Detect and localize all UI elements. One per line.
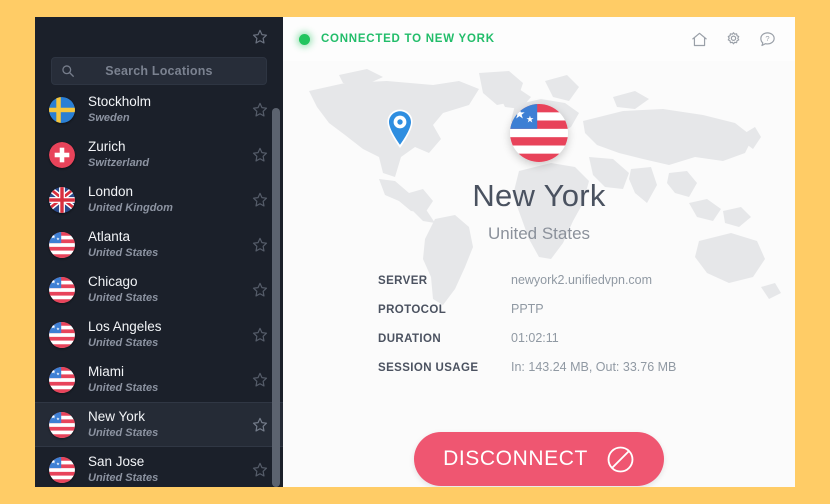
connection-details-table: SERVER newyork2.unifiedvpn.com PROTOCOL PPT… — [378, 273, 765, 389]
location-text: San Jose United States — [88, 454, 251, 484]
status-bar: CONNECTED TO NEW YORK ? — [283, 17, 795, 61]
location-text: Stockholm Sweden — [88, 95, 251, 125]
favorite-star-icon[interactable] — [251, 146, 269, 164]
detail-row: SESSION USAGE In: 143.24 MB, Out: 33.76 M… — [378, 360, 765, 389]
location-text: Zurich Switzerland — [88, 139, 251, 169]
flag-icon-us — [49, 366, 75, 393]
flag-icon-gb — [49, 186, 75, 213]
location-text: Miami United States — [88, 364, 251, 394]
detail-row: SERVER newyork2.unifiedvpn.com — [378, 273, 765, 302]
svg-text:?: ? — [765, 34, 769, 43]
locations-scroll-content: Stockholm Sweden Zurich Switzerland London Un… — [35, 95, 283, 487]
location-city: New York — [88, 409, 146, 425]
connected-country-subtitle: United States — [487, 224, 591, 243]
flag-icon-ch — [49, 141, 75, 168]
favorite-star-icon[interactable] — [251, 371, 269, 389]
vpn-app-window: StockholmSwedenZurichSwitzerlandLondonUn… — [35, 17, 795, 487]
sidebar-header — [35, 17, 283, 57]
location-country: Sweden — [88, 111, 130, 124]
flag-icon-se — [49, 96, 75, 123]
flag-icon-us — [49, 321, 75, 348]
favorite-star-icon[interactable] — [251, 416, 269, 434]
location-city: Stockholm — [88, 95, 152, 110]
block-icon — [607, 446, 634, 472]
sidebar-scrollbar-thumb[interactable] — [272, 107, 280, 487]
location-text: London United Kingdom — [88, 184, 251, 214]
detail-row: PROTOCOL PPTP — [378, 302, 765, 331]
location-country: United States — [88, 381, 159, 394]
disconnect-button[interactable]: DISCONNECT — [414, 432, 664, 486]
favorite-star-icon[interactable] — [251, 461, 269, 479]
detail-label: SERVER — [378, 275, 428, 287]
home-icon[interactable] — [690, 30, 709, 49]
detail-value: newyork2.unifiedvpn.com — [511, 273, 653, 287]
location-city: Zurich — [88, 139, 126, 155]
detail-value: In: 143.24 MB, Out: 33.76 MB — [511, 360, 677, 374]
detail-value: 01:02:11 — [511, 331, 559, 345]
flag-icon-us — [49, 411, 75, 438]
flag-icon-us — [49, 456, 75, 483]
location-text: Los Angeles United States — [88, 319, 251, 349]
connection-panel: CONNECTED TO NEW YORK ? New York United … — [283, 17, 795, 487]
map-pin-icon — [387, 109, 413, 148]
search-input[interactable] — [52, 64, 266, 78]
disconnect-button-label: DISCONNECT — [443, 447, 588, 470]
sidebar-scrollbar[interactable] — [272, 95, 280, 487]
location-country: United Kingdom — [88, 201, 173, 214]
search-icon — [62, 65, 74, 77]
location-row-atlanta[interactable]: Atlanta United States — [35, 222, 283, 267]
favorite-star-icon[interactable] — [251, 281, 269, 299]
location-text: New York United States — [88, 409, 251, 439]
location-city: Los Angeles — [88, 319, 162, 335]
connected-status-dot — [299, 33, 310, 45]
favorite-star-icon[interactable] — [251, 191, 269, 209]
location-row-new-york[interactable]: New York United States — [35, 402, 283, 447]
location-country: United States — [88, 336, 159, 349]
location-row-stockholm[interactable]: Stockholm Sweden — [35, 95, 283, 132]
favorite-star-icon[interactable] — [251, 326, 269, 344]
location-country: United States — [88, 426, 159, 439]
flag-icon-us — [49, 276, 75, 303]
location-row-los-angeles[interactable]: Los Angeles United States — [35, 312, 283, 357]
detail-label: PROTOCOL — [378, 304, 447, 316]
help-icon[interactable]: ? — [758, 30, 777, 49]
header-icon-group: ? — [690, 30, 777, 49]
location-city: Atlanta — [88, 229, 131, 245]
location-row-chicago[interactable]: Chicago United States — [35, 267, 283, 312]
detail-row: DURATION 01:02:11 — [378, 331, 765, 360]
location-flag-badge — [510, 104, 568, 162]
locations-sidebar: StockholmSwedenZurichSwitzerlandLondonUn… — [35, 17, 283, 487]
location-row-san-jose[interactable]: San Jose United States — [35, 447, 283, 487]
location-country: United States — [88, 246, 159, 259]
location-city: Miami — [88, 364, 124, 380]
detail-label: SESSION USAGE — [378, 362, 479, 374]
search-box[interactable] — [51, 57, 267, 85]
location-city: Chicago — [88, 274, 138, 290]
location-country: United States — [88, 471, 159, 484]
location-row-london[interactable]: London United Kingdom — [35, 177, 283, 222]
map-area: New York United States SERVER newyork2.un… — [283, 61, 795, 487]
connected-city-title: New York — [472, 178, 606, 213]
location-city: London — [88, 184, 134, 200]
location-text: Atlanta United States — [88, 229, 251, 259]
search-container — [35, 57, 283, 95]
detail-label: DURATION — [378, 333, 442, 345]
location-city: San Jose — [88, 454, 145, 470]
favorite-star-icon[interactable] — [251, 101, 269, 119]
connection-status-text: CONNECTED TO NEW YORK — [321, 33, 495, 45]
flag-icon-us — [49, 231, 75, 258]
location-row-miami[interactable]: Miami United States — [35, 357, 283, 402]
favorite-star-icon[interactable] — [251, 236, 269, 254]
detail-value: PPTP — [511, 302, 544, 316]
gear-icon[interactable] — [724, 30, 743, 49]
location-row-zurich[interactable]: Zurich Switzerland — [35, 132, 283, 177]
location-text: Chicago United States — [88, 274, 251, 304]
favorites-star-icon[interactable] — [251, 28, 269, 46]
location-country: United States — [88, 291, 159, 304]
location-country: Switzerland — [88, 156, 150, 169]
locations-list[interactable]: Stockholm Sweden Zurich Switzerland London Un… — [35, 95, 283, 487]
